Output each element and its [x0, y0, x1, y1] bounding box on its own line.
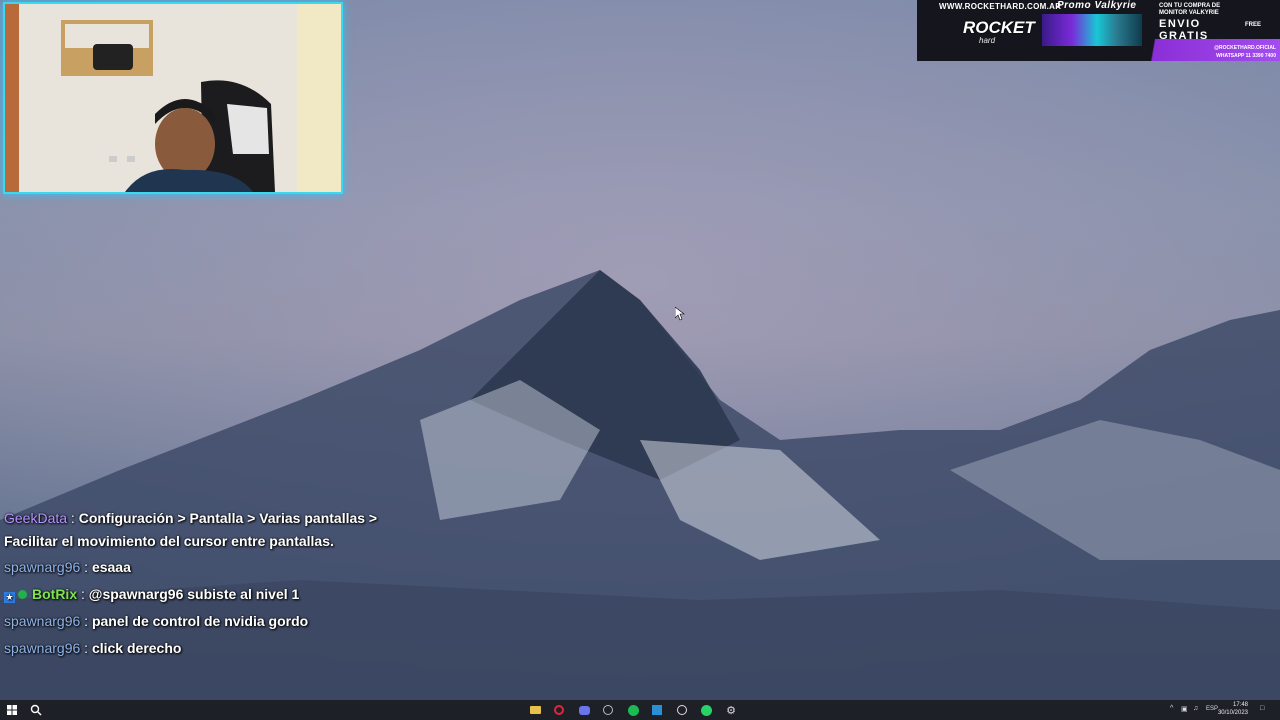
chat-separator: :	[80, 559, 92, 575]
settings-icon: ⚙	[726, 704, 736, 717]
chat-message: spawnarg96 : click derecho	[4, 640, 181, 656]
chat-separator: :	[67, 510, 79, 526]
taskbar-app-whatsapp[interactable]	[699, 703, 713, 717]
verified-badge-icon	[18, 590, 27, 599]
tray-chevron-icon[interactable]: ^	[1170, 705, 1173, 712]
opera-icon	[554, 705, 564, 715]
monitor-promo-image	[1042, 14, 1142, 46]
ad-url: WWW.ROCKETHARD.COM.AR	[939, 2, 1062, 11]
taskbar-app-opera[interactable]	[552, 703, 566, 717]
system-clock[interactable]: 17:48 30/10/2023	[1216, 701, 1248, 717]
chrome-icon	[603, 705, 613, 715]
discord-icon	[578, 705, 590, 715]
ad-social-whatsapp: WHATSAPP 11 3390 7400	[1216, 53, 1276, 59]
taskbar-app-discord[interactable]	[577, 703, 591, 717]
chat-text: click derecho	[91, 640, 182, 656]
chat-text: panel de control de nvidia gordo	[91, 613, 309, 629]
whatsapp-icon	[700, 704, 712, 716]
windows-icon	[7, 705, 17, 715]
search-button[interactable]	[29, 703, 43, 717]
ad-small-text: CON TU COMPRA DE MONITOR VALKYRIE	[1159, 3, 1221, 16]
rocket-logo-sub: hard	[979, 36, 996, 45]
chat-username: BotRix	[32, 586, 78, 602]
chat-separator: :	[80, 613, 92, 629]
webcam-overlay	[3, 2, 343, 194]
clock-date: 30/10/2023	[1217, 710, 1248, 716]
tray-network-icon[interactable]: ▣	[1181, 705, 1188, 713]
chat-text: @spawnarg96 subiste al nivel 1	[88, 586, 300, 602]
clock-time: 17:48	[1232, 702, 1248, 708]
taskbar-app-folder[interactable]	[528, 703, 542, 717]
ad-envio-label: ENVIO	[1159, 18, 1201, 30]
taskbar-app-settings[interactable]: ⚙	[724, 703, 738, 717]
taskbar-app-spotify[interactable]	[626, 703, 640, 717]
chat-message-continuation: Facilitar el movimiento del cursor entre…	[4, 533, 334, 549]
chat-message: GeekData : Configuración > Pantalla > Va…	[4, 510, 377, 526]
ad-promo-title: Promo Valkyrie	[1057, 0, 1137, 11]
chat-message: spawnarg96 : panel de control de nvidia …	[4, 613, 308, 629]
chat-text: esaaa	[91, 559, 131, 575]
taskbar: ⚙ ^ ▣ ♫ ESP 17:48 30/10/2023 □	[0, 700, 1280, 720]
taskbar-app-editor[interactable]	[650, 703, 664, 717]
editor-icon	[652, 705, 662, 715]
tray-volume-icon[interactable]: ♫	[1193, 705, 1198, 712]
folder-icon	[529, 706, 541, 714]
network-icon	[677, 705, 687, 715]
notification-icon[interactable]: □	[1260, 705, 1264, 712]
chat-separator: :	[80, 640, 92, 656]
chat-username: spawnarg96	[4, 559, 81, 575]
chat-message: spawnarg96 : esaaa	[4, 559, 131, 575]
chat-separator: :	[77, 586, 89, 602]
taskbar-app-network[interactable]	[675, 703, 689, 717]
start-button[interactable]	[5, 703, 19, 717]
taskbar-app-browser[interactable]	[601, 703, 615, 717]
ad-social-instagram: @ROCKETHARD.OFICIAL	[1214, 45, 1276, 51]
spotify-icon	[627, 704, 639, 716]
chat-text: Configuración > Pantalla > Varias pantal…	[78, 510, 378, 526]
chat-username: spawnarg96	[4, 640, 81, 656]
chat-username: spawnarg96	[4, 613, 81, 629]
free-shipping-badge: FREE	[1245, 22, 1262, 28]
chat-message: ★ BotRix : @spawnarg96 subiste al nivel 1	[4, 586, 299, 603]
chat-username: GeekData	[4, 510, 68, 526]
bot-badge-icon: ★	[4, 592, 15, 603]
search-icon	[30, 704, 42, 716]
mouse-cursor-icon	[675, 307, 685, 321]
rocket-logo: ROCKET	[963, 18, 1035, 37]
sponsor-banner[interactable]: WWW.ROCKETHARD.COM.AR Promo Valkyrie CON…	[917, 0, 1280, 61]
